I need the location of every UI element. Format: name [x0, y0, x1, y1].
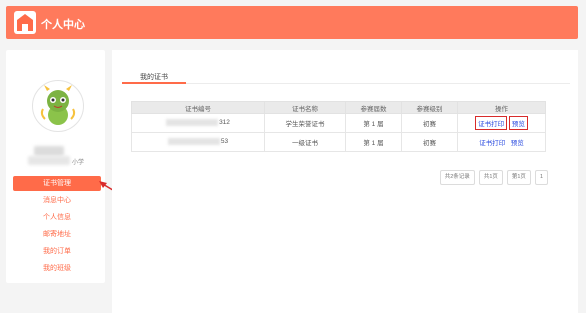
avatar[interactable] [32, 80, 84, 132]
cert-name: 学生荣誉证书 [264, 113, 346, 133]
sidebar-menu: 证书管理 消息中心 个人信息 邮寄地址 我的订单 我的班级 [13, 176, 101, 278]
sidebar-item-messages[interactable]: 消息中心 [13, 193, 101, 208]
main-content: 我的证书 证书编号 证书名称 参赛届数 参赛级别 操作 312 学生荣誉证书 第… [112, 50, 578, 313]
pager-page-1-button[interactable]: 1 [534, 170, 548, 185]
pagination: 共2条记录 共1页 第1页 1 [439, 170, 548, 185]
cert-number-redacted [166, 119, 219, 127]
home-logo-icon [14, 11, 36, 34]
row-actions: 证书打印 预览 [457, 113, 546, 133]
tab-my-certificates[interactable]: 我的证书 [140, 72, 168, 82]
col-session: 参赛届数 [345, 101, 402, 114]
table-row: 53 一级证书 第 1 届 初赛 证书打印 预览 [131, 132, 546, 152]
preview-button[interactable]: 预览 [508, 116, 528, 130]
pager-total-records: 共2条记录 [439, 170, 475, 185]
col-actions: 操作 [457, 101, 546, 114]
preview-button[interactable]: 预览 [511, 140, 524, 147]
print-certificate-button[interactable]: 证书打印 [479, 140, 505, 147]
school-name-redacted [28, 156, 70, 165]
pager-current-page: 第1页 [506, 170, 531, 185]
table-row: 312 学生荣誉证书 第 1 届 初赛 证书打印 预览 [131, 113, 546, 133]
pager-total-pages: 共1页 [478, 170, 503, 185]
cert-number: 312 [131, 113, 265, 133]
sidebar-item-address[interactable]: 邮寄地址 [13, 227, 101, 242]
col-cert-name: 证书名称 [264, 101, 346, 114]
print-certificate-button[interactable]: 证书打印 [475, 116, 508, 130]
sidebar-item-orders[interactable]: 我的订单 [13, 244, 101, 259]
cert-level: 初赛 [401, 132, 458, 152]
row-actions: 证书打印 预览 [457, 132, 546, 152]
col-level: 参赛级别 [401, 101, 458, 114]
cert-number-redacted [167, 138, 220, 146]
cert-session: 第 1 届 [345, 113, 402, 133]
sidebar-item-certificates[interactable]: 证书管理 [13, 176, 101, 191]
tab-bar-divider [122, 83, 570, 84]
cert-name: 一级证书 [264, 132, 346, 152]
sidebar-item-classes[interactable]: 我的班级 [13, 261, 101, 276]
page-title: 个人中心 [41, 19, 85, 31]
cert-session: 第 1 届 [345, 132, 402, 152]
top-header: 个人中心 [6, 6, 578, 39]
sidebar-item-profile[interactable]: 个人信息 [13, 210, 101, 225]
cert-number: 53 [131, 132, 265, 152]
cert-number-suffix: 312 [219, 119, 230, 127]
cert-number-suffix: 53 [220, 138, 229, 146]
tab-active-indicator [122, 82, 186, 84]
col-cert-number: 证书编号 [131, 101, 265, 114]
cert-level: 初赛 [401, 113, 458, 133]
school-suffix: 小学 [72, 160, 85, 166]
certificate-table: 证书编号 证书名称 参赛届数 参赛级别 操作 312 学生荣誉证书 第 1 届 … [131, 101, 546, 152]
user-name-redacted [34, 146, 64, 156]
profile-sidebar: 小学 证书管理 消息中心 个人信息 邮寄地址 我的订单 我的班级 [6, 50, 105, 283]
